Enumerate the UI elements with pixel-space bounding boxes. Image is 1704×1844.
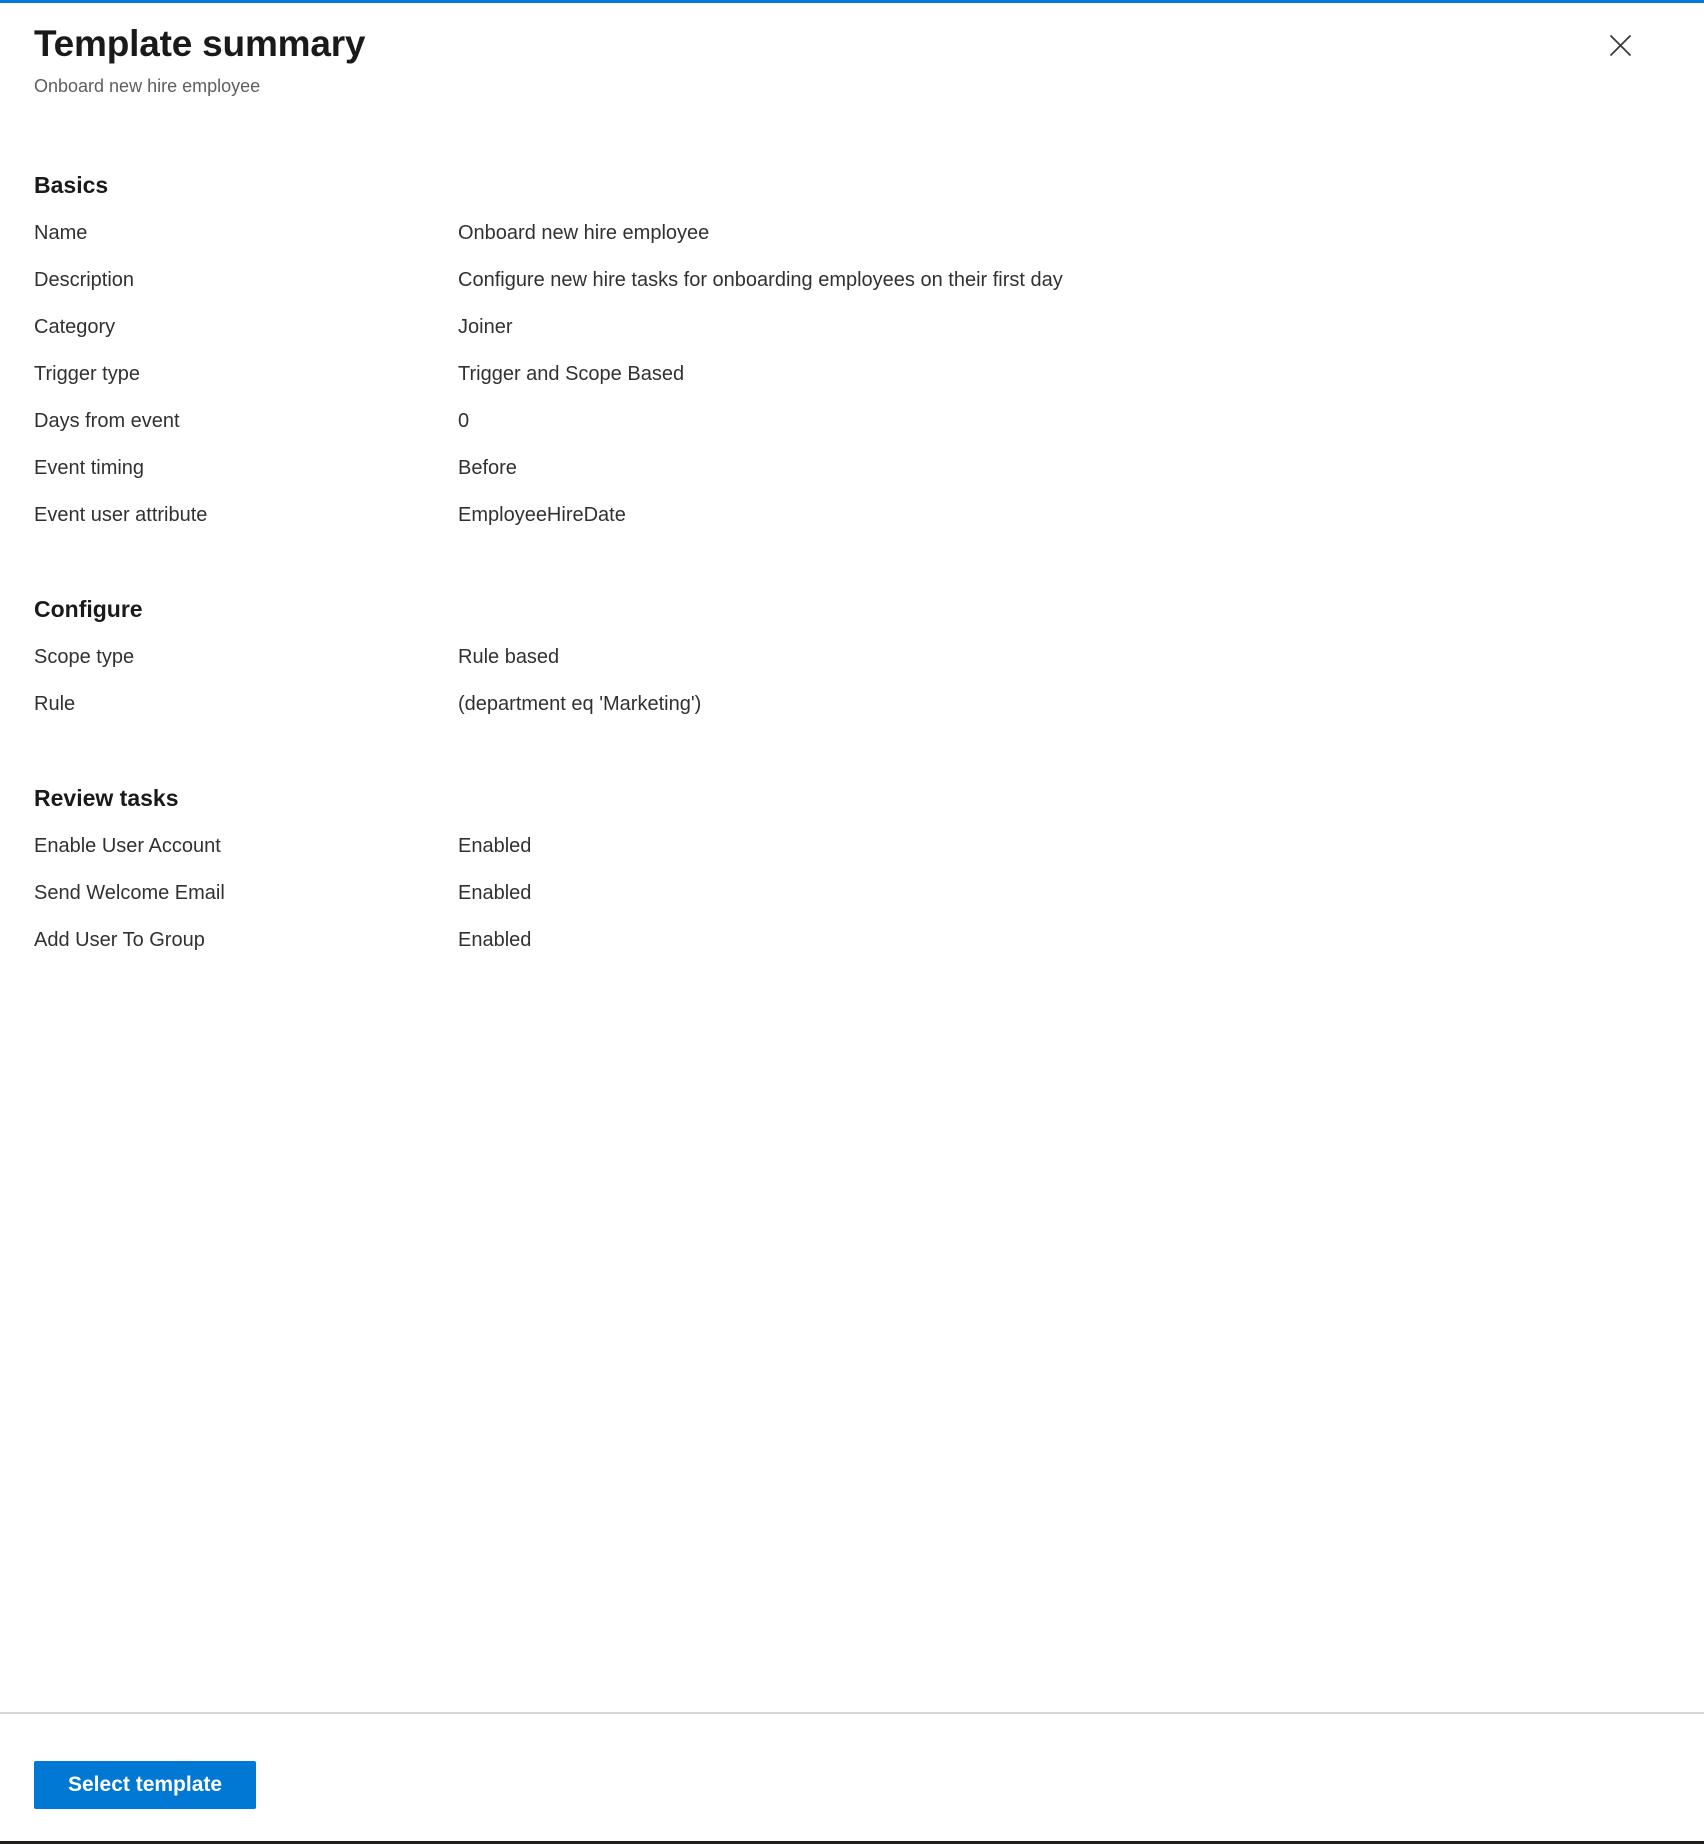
row-value: 0	[458, 410, 470, 432]
page-title: Template summary	[34, 23, 366, 64]
summary-row-days-from-event: Days from event 0	[34, 407, 1670, 454]
row-value: Onboard new hire employee	[458, 222, 710, 244]
row-label: Event timing	[34, 457, 145, 479]
row-value: Before	[458, 457, 517, 479]
row-label: Enable User Account	[34, 835, 221, 857]
close-button[interactable]	[1598, 23, 1642, 67]
row-value: Rule based	[458, 646, 560, 668]
section-heading-configure: Configure	[34, 596, 143, 622]
section-basics: Basics Name Onboard new hire employee De…	[34, 170, 1670, 548]
summary-row-description: Description Configure new hire tasks for…	[34, 266, 1670, 313]
summary-row-enable-user-account: Enable User Account Enabled	[34, 832, 1670, 879]
row-value: Joiner	[458, 316, 513, 338]
summary-row-trigger-type: Trigger type Trigger and Scope Based	[34, 360, 1670, 407]
row-label: Description	[34, 269, 135, 291]
summary-row-event-user-attribute: Event user attribute EmployeeHireDate	[34, 501, 1670, 548]
row-label: Name	[34, 222, 88, 244]
summary-row-add-user-to-group: Add User To Group Enabled	[34, 926, 1670, 973]
row-value: EmployeeHireDate	[458, 504, 626, 526]
row-value: Trigger and Scope Based	[458, 363, 685, 385]
row-label: Event user attribute	[34, 504, 208, 526]
summary-row-event-timing: Event timing Before	[34, 454, 1670, 501]
panel-footer: Select template	[0, 1712, 1704, 1841]
row-label: Scope type	[34, 646, 135, 668]
row-label: Trigger type	[34, 363, 140, 385]
summary-row-category: Category Joiner	[34, 313, 1670, 360]
row-label: Add User To Group	[34, 929, 205, 951]
select-template-button[interactable]: Select template	[34, 1760, 257, 1809]
panel-header: Template summary Onboard new hire employ…	[0, 3, 1704, 98]
summary-row-send-welcome-email: Send Welcome Email Enabled	[34, 879, 1670, 926]
section-configure: Configure Scope type Rule based Rule (de…	[34, 594, 1670, 737]
section-heading-review-tasks: Review tasks	[34, 785, 179, 811]
row-label: Category	[34, 316, 116, 338]
row-value: Enabled	[458, 882, 532, 904]
row-value: Enabled	[458, 835, 532, 857]
row-label: Rule	[34, 693, 76, 715]
summary-row-rule: Rule (department eq 'Marketing')	[34, 690, 1670, 737]
page-subtitle: Onboard new hire employee	[34, 76, 261, 96]
section-heading-basics: Basics	[34, 172, 109, 198]
row-value: Enabled	[458, 929, 532, 951]
row-label: Days from event	[34, 410, 180, 432]
summary-row-name: Name Onboard new hire employee	[34, 219, 1670, 266]
summary-row-scope-type: Scope type Rule based	[34, 643, 1670, 690]
summary-content: Basics Name Onboard new hire employee De…	[0, 170, 1704, 973]
template-summary-panel: Template summary Onboard new hire employ…	[0, 0, 1704, 1844]
row-value: (department eq 'Marketing')	[458, 693, 702, 715]
row-value: Configure new hire tasks for onboarding …	[458, 269, 1063, 291]
close-icon	[1609, 34, 1632, 57]
section-review-tasks: Review tasks Enable User Account Enabled…	[34, 783, 1670, 973]
row-label: Send Welcome Email	[34, 882, 225, 904]
